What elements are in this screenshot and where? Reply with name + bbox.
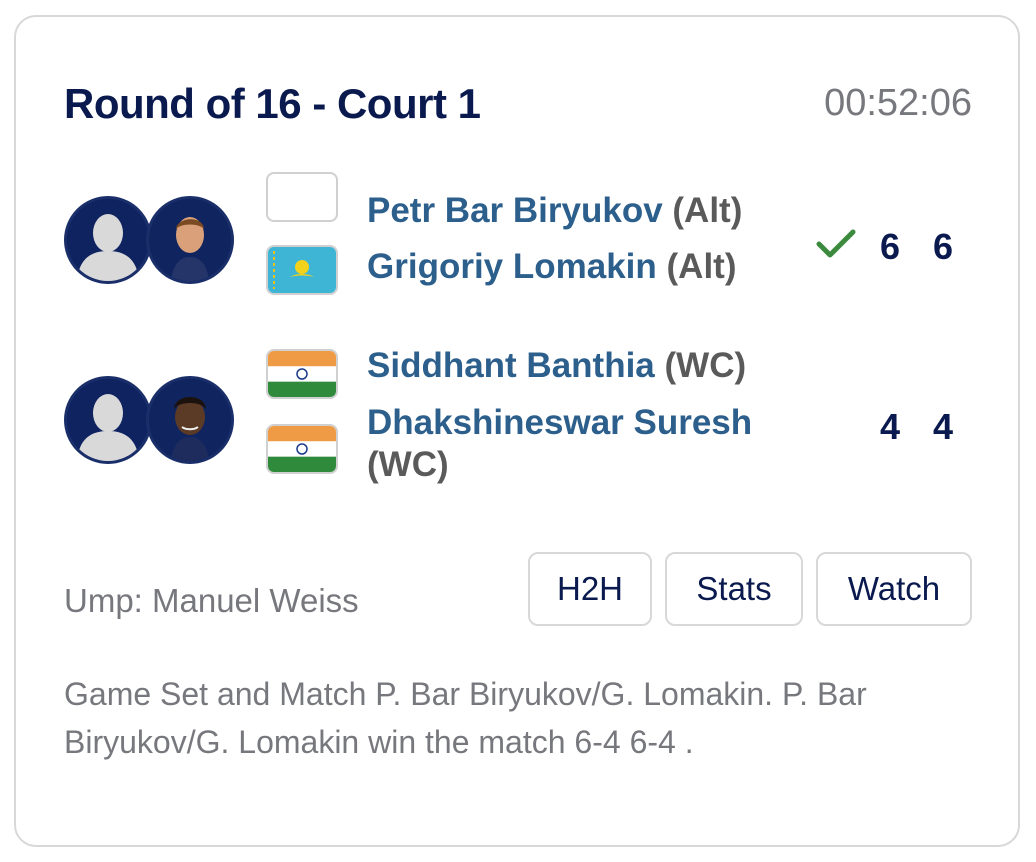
player-name-row[interactable]: Grigoriy Lomakin (Alt) [367, 246, 736, 288]
match-title: Round of 16 - Court 1 [64, 80, 481, 127]
player-entry-tag: (Alt) [672, 191, 743, 230]
india-flag-icon [266, 424, 338, 474]
player-name[interactable]: Dhakshineswar Suresh [367, 403, 752, 442]
umpire-label: Ump: Manuel Weiss [64, 582, 359, 619]
kazakhstan-flag-icon [266, 245, 338, 295]
check-icon [815, 228, 857, 265]
player-entry-tag: (WC) [664, 346, 747, 385]
set-score: 6 [933, 226, 954, 267]
player-entry-tag: (WC) [367, 445, 449, 484]
flag-icon-blank [266, 172, 338, 222]
player-name-row[interactable]: Petr Bar Biryukov (Alt) [367, 190, 742, 232]
player-name[interactable]: Grigoriy Lomakin [367, 247, 657, 286]
set-score: 4 [933, 406, 954, 447]
player-entry-tag: (Alt) [666, 247, 737, 286]
player-name-row[interactable]: Dhakshineswar Suresh (WC) [367, 402, 807, 486]
watch-button[interactable]: Watch [816, 552, 972, 626]
stats-button[interactable]: Stats [665, 552, 803, 626]
player-avatar-photo [146, 196, 234, 284]
player-name[interactable]: Siddhant Banthia [367, 346, 655, 385]
match-timer: 00:52:06 [824, 82, 972, 124]
player-name[interactable]: Petr Bar Biryukov [367, 191, 663, 230]
set-score: 6 [880, 226, 901, 267]
match-summary: Game Set and Match P. Bar Biryukov/G. Lo… [64, 676, 867, 760]
india-flag-icon [266, 349, 338, 399]
player-avatar-photo [146, 376, 234, 464]
set-score: 4 [880, 406, 901, 447]
player-avatar-placeholder [64, 376, 152, 464]
player-avatar-placeholder [64, 196, 152, 284]
player-name-row[interactable]: Siddhant Banthia (WC) [367, 345, 746, 387]
h2h-button[interactable]: H2H [528, 552, 652, 626]
